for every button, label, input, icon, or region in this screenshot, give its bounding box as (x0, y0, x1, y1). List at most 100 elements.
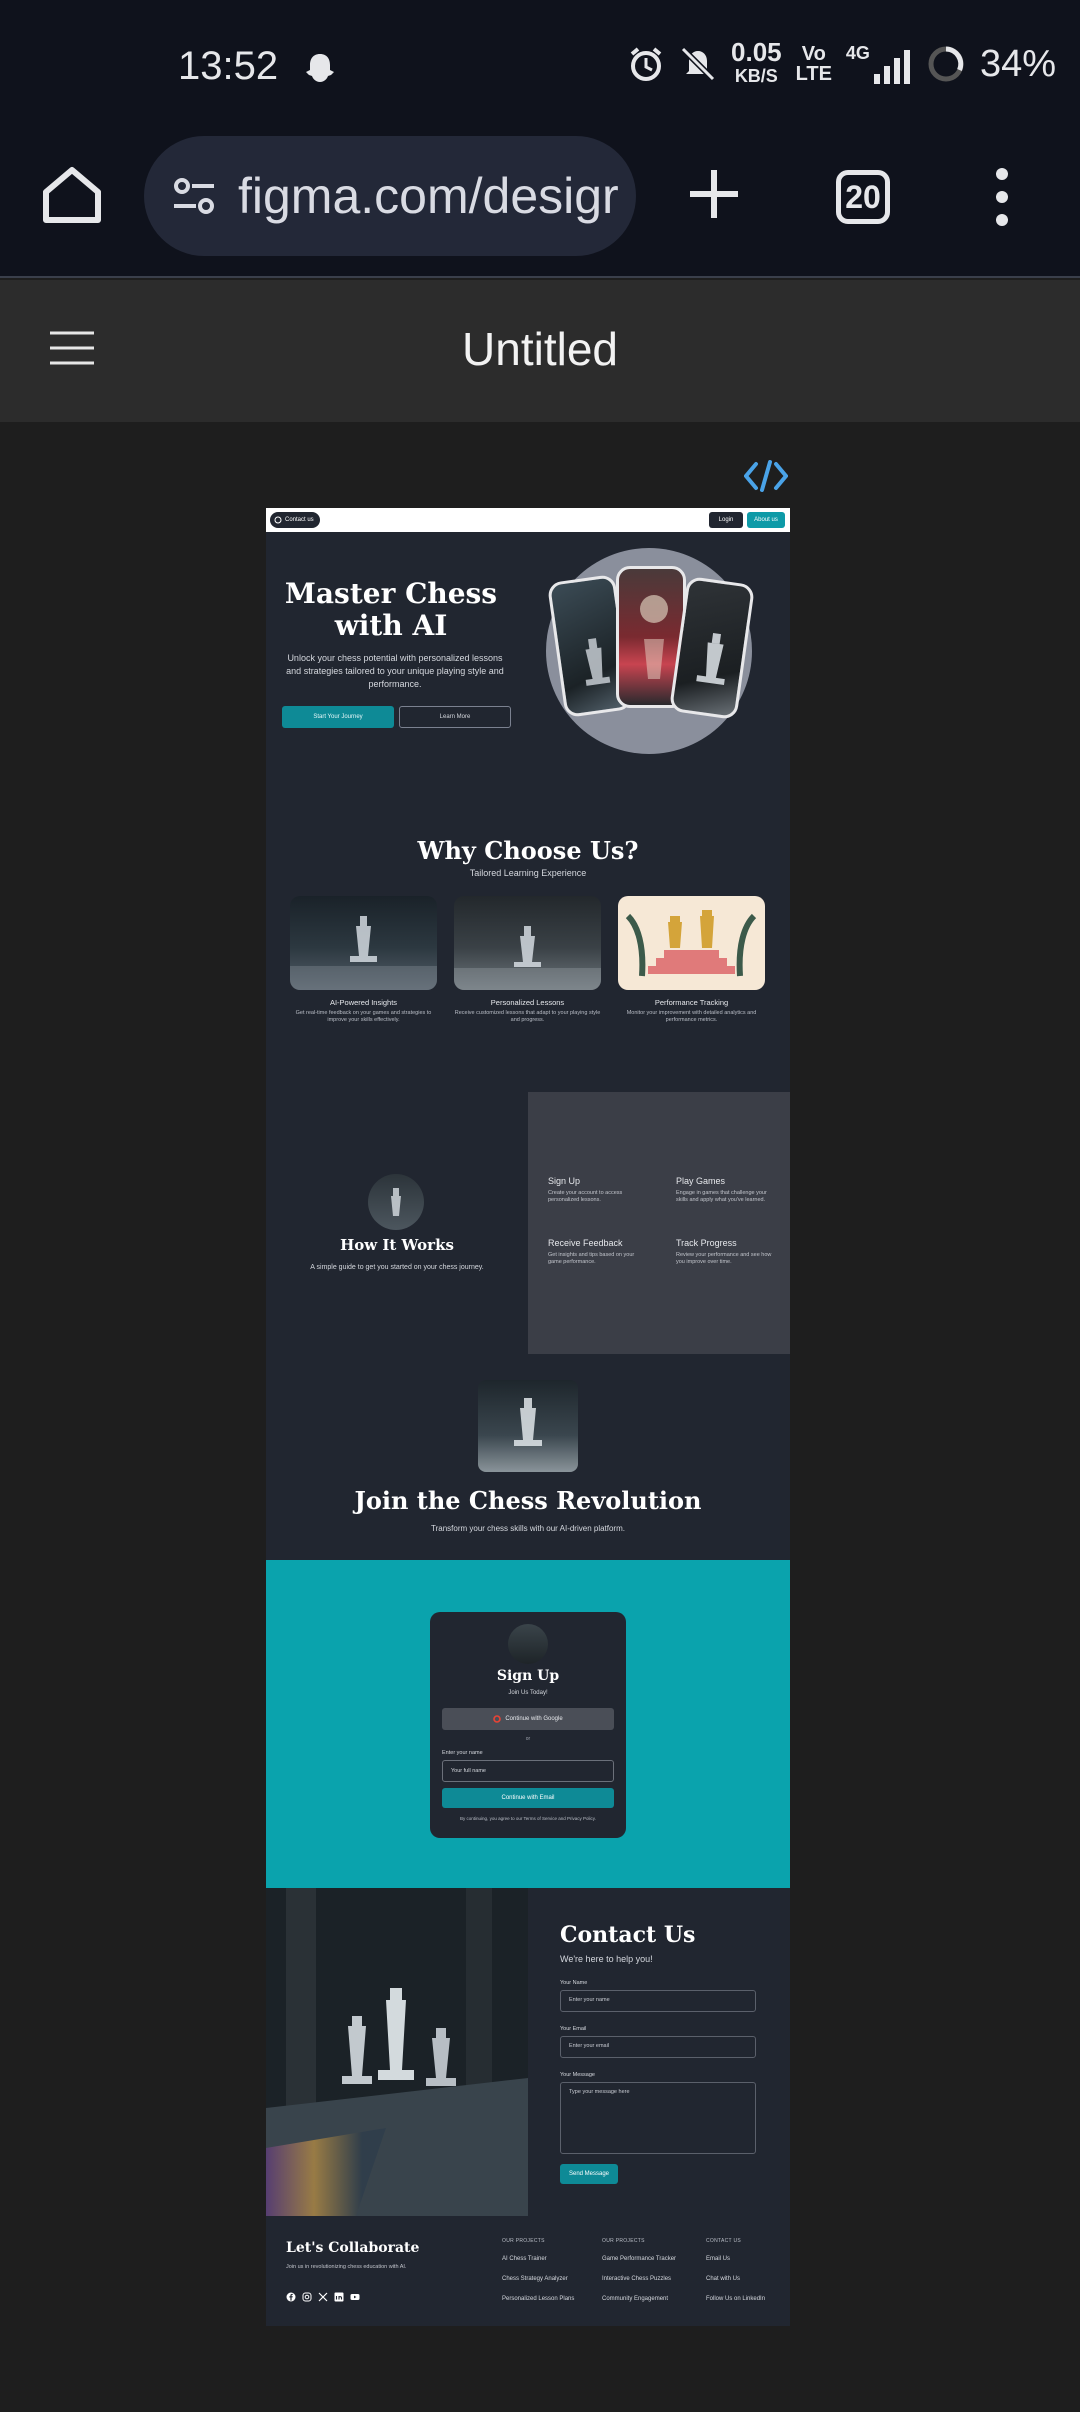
signup-name-input[interactable]: Your full name (442, 1760, 614, 1782)
why-subtitle: Tailored Learning Experience (469, 868, 587, 878)
contact-message-input[interactable]: Type your message here (560, 2082, 756, 2154)
figma-header: Untitled (0, 280, 1080, 422)
nav-login-button[interactable]: Login (709, 512, 743, 528)
footer-tagline: Join us in revolutionizing chess educati… (286, 2264, 407, 2270)
volte-indicator: Vo LTE (795, 43, 832, 85)
learn-more-button[interactable]: Learn More (399, 706, 511, 728)
feature-desc-2: Receive customized lessons that adapt to… (454, 1010, 601, 1023)
revolution-image (478, 1380, 578, 1472)
step-title-3: Receive Feedback (548, 1238, 623, 1248)
contact-message-label: Your Message (560, 2072, 595, 2078)
footer-social-row (286, 2292, 360, 2302)
facebook-icon[interactable] (286, 2292, 296, 2302)
google-signin-button[interactable]: Continue with Google (442, 1708, 614, 1730)
design-frame[interactable]: Contact us Login About us Master Chess wi… (266, 508, 790, 2326)
youtube-icon[interactable] (350, 2292, 360, 2302)
send-message-button[interactable]: Send Message (560, 2164, 618, 2184)
google-icon (493, 1715, 502, 1723)
contact-email-input[interactable]: Enter your email (560, 2036, 756, 2058)
step-desc-1: Create your account to access personaliz… (548, 1190, 623, 1203)
feature-title-3: Performance Tracking (654, 998, 729, 1007)
continue-email-button[interactable]: Continue with Email (442, 1788, 614, 1808)
battery-ring-icon (928, 46, 964, 82)
hero-subtitle: Unlock your chess potential with persona… (286, 653, 504, 689)
alarm-icon (630, 47, 662, 81)
home-icon (274, 516, 282, 524)
overflow-menu-icon[interactable] (990, 166, 1014, 228)
feature-image-ai-insights (290, 896, 437, 990)
footer-link-lesson-plans[interactable]: Personalized Lesson Plans (502, 2296, 574, 2302)
site-nav: Contact us Login About us (266, 508, 790, 532)
footer-link-performance[interactable]: Game Performance Tracker (602, 2256, 676, 2262)
file-title[interactable]: Untitled (0, 322, 1080, 376)
nav-about-button[interactable]: About us (747, 512, 785, 528)
hero-title-line-2: with AI (334, 609, 448, 642)
contact-email-label: Your Email (560, 2026, 587, 2032)
signup-terms: By continuing, you agree to our Terms of… (460, 1816, 596, 1821)
feature-desc-1: Get real-time feedback on your games and… (295, 1010, 432, 1023)
address-bar[interactable]: figma.com/desigr (144, 136, 636, 256)
url-text[interactable]: figma.com/desigr (238, 167, 619, 225)
signup-section: Sign Up Join Us Today! Continue with Goo… (266, 1560, 790, 1888)
google-signin-label: Continue with Google (505, 1716, 563, 1722)
signup-divider: or (525, 1736, 531, 1742)
step-desc-3: Get insights and tips based on your game… (548, 1252, 635, 1265)
revolution-subtitle: Transform your chess skills with our AI-… (431, 1524, 625, 1533)
new-tab-icon[interactable] (682, 162, 746, 226)
footer-link-linkedin[interactable]: Follow Us on LinkedIn (706, 2296, 765, 2302)
nav-contact-button[interactable]: Contact us (270, 512, 320, 528)
step-desc-2: Engage in games that challenge your skil… (676, 1190, 767, 1203)
net-speed: 0.05 KB/S (731, 37, 782, 86)
instagram-icon[interactable] (302, 2292, 312, 2302)
step-title-2: Play Games (676, 1176, 726, 1186)
signal-icon: 4G (846, 43, 912, 86)
hero-title: Master Chess with AI (276, 578, 506, 642)
contact-subtitle: We're here to help you! (560, 1954, 653, 1964)
how-title: How It Works (340, 1236, 454, 1254)
signup-avatar (508, 1624, 548, 1664)
revolution-title: Join the Chess Revolution (354, 1486, 702, 1515)
footer-col1-heading: OUR PROJECTS (502, 2238, 545, 2244)
signup-name-label: Enter your name (442, 1750, 483, 1756)
site-settings-icon[interactable] (170, 172, 218, 220)
contact-title: Contact Us (560, 1922, 696, 1948)
linkedin-icon[interactable] (334, 2292, 344, 2302)
x-icon[interactable] (318, 2292, 328, 2302)
footer-link-chat[interactable]: Chat with Us (706, 2276, 740, 2282)
footer-link-ai-trainer[interactable]: AI Chess Trainer (502, 2256, 547, 2262)
feature-desc-3: Monitor your improvement with detailed a… (626, 1010, 757, 1023)
footer-col2-heading: OUR PROJECTS (602, 2238, 645, 2244)
how-subtitle: A simple guide to get you started on you… (310, 1264, 484, 1271)
step-title-4: Track Progress (676, 1238, 737, 1248)
footer-link-puzzles[interactable]: Interactive Chess Puzzles (602, 2276, 671, 2282)
start-journey-button[interactable]: Start Your Journey (282, 706, 394, 728)
feature-title-1: AI-Powered Insights (329, 998, 398, 1007)
nav-contact-label: Contact us (285, 517, 314, 523)
footer-title: Let's Collaborate (286, 2240, 420, 2256)
signup-card: Sign Up Join Us Today! Continue with Goo… (430, 1612, 626, 1838)
network-type: 4G (845, 42, 870, 63)
signup-title: Sign Up (496, 1668, 560, 1684)
footer-col3-heading: CONTACT US (706, 2238, 742, 2244)
status-time: 13:52 (178, 44, 279, 88)
figma-canvas[interactable]: Contact us Login About us Master Chess wi… (0, 422, 1080, 2412)
how-avatar (368, 1174, 424, 1230)
status-right-group: 0.05 KB/S Vo LTE 4G 34% (627, 37, 1056, 88)
contact-chess-image (266, 1888, 528, 2216)
tab-switcher-button[interactable]: 20 (836, 170, 890, 224)
battery-percent: 34% (979, 42, 1056, 85)
step-title-1: Sign Up (548, 1176, 581, 1186)
browser-toolbar: figma.com/desigr 20 (0, 130, 1080, 278)
feature-image-personalized (454, 896, 601, 990)
signup-subtitle: Join Us Today! (508, 1690, 548, 1696)
status-bar: 13:52 0.05 KB/S Vo LTE 4G 34% (0, 0, 1080, 130)
home-icon[interactable] (36, 160, 108, 232)
how-steps-panel: Sign Up Create your account to access pe… (528, 1092, 790, 1354)
contact-name-input[interactable]: Enter your name (560, 1990, 756, 2012)
footer-link-community[interactable]: Community Engagement (602, 2296, 668, 2302)
feature-image-performance (618, 896, 765, 990)
mute-icon (680, 46, 716, 82)
footer-link-strategy[interactable]: Chess Strategy Analyzer (502, 2276, 568, 2282)
footer-link-email[interactable]: Email Us (706, 2256, 730, 2262)
code-view-icon[interactable] (744, 460, 788, 492)
